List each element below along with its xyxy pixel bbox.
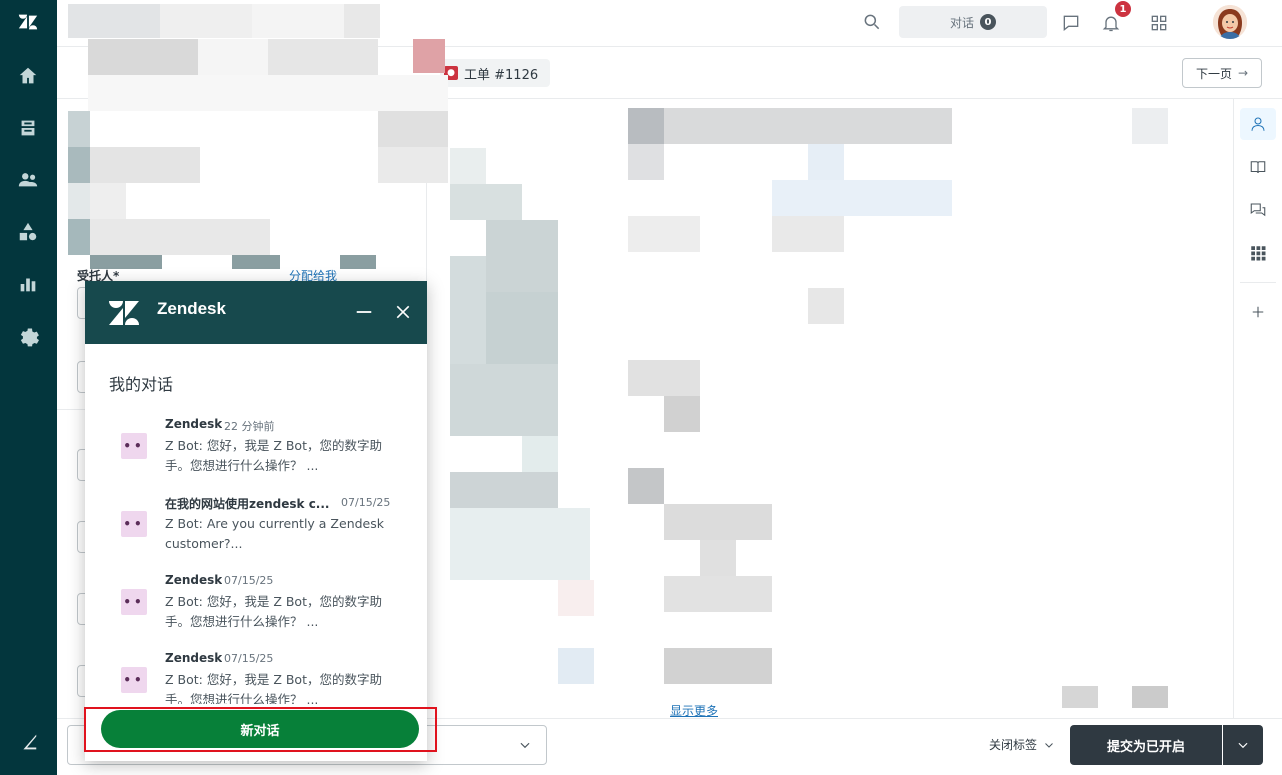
zendesk-logo-icon (109, 301, 139, 325)
minimize-icon[interactable] (353, 301, 375, 323)
conversation-time: 07/15/25 (341, 496, 391, 509)
apps-grid-icon[interactable] (1147, 11, 1171, 35)
bot-avatar-icon: •• (121, 511, 147, 537)
highlight-annotation (84, 707, 437, 752)
next-ticket-button[interactable]: 下一页 → (1182, 58, 1262, 88)
chevron-down-icon (520, 742, 530, 749)
submit-label: 提交为已开启 (1106, 739, 1185, 755)
arrow-right-icon: → (1237, 66, 1249, 80)
notification-count-badge: 1 (1115, 1, 1131, 17)
apps-icon[interactable] (1240, 237, 1276, 269)
chevron-down-icon (1045, 742, 1053, 748)
conversations-icon[interactable] (1240, 194, 1276, 226)
zendesk-logo-icon[interactable] (14, 8, 42, 36)
conversation-preview: Z Bot: 您好，我是 Z Bot，您的数字助手。您想进行什么操作？ ... (165, 438, 382, 473)
reporting-icon[interactable] (14, 270, 42, 298)
conversation-item[interactable]: •• Zendesk 22 分钟前 Z Bot: 您好，我是 Z Bot，您的数… (85, 405, 427, 483)
conversation-preview: Z Bot: 您好，我是 Z Bot，您的数字助手。您想进行什么操作？ ... (165, 594, 382, 629)
next-ticket-label: 下一页 (1195, 66, 1232, 81)
conversation-time: 22 分钟前 (224, 420, 275, 433)
conversation-time: 07/15/25 (224, 574, 274, 587)
add-plus-icon[interactable] (1240, 296, 1276, 328)
knowledge-book-icon[interactable] (1240, 151, 1276, 183)
conversation-time: 07/15/25 (224, 652, 274, 665)
conversations-label: 对话 (949, 15, 974, 30)
pixelated-content-center (428, 108, 628, 708)
my-conversations-title: 我的对话 (109, 375, 174, 394)
submit-as-open-button[interactable]: 提交为已开启 (1070, 725, 1222, 765)
submit-options-button[interactable] (1223, 725, 1263, 765)
conversation-name: Zendesk (165, 573, 223, 587)
conversations-count-badge: 0 (980, 14, 996, 30)
context-panel-rail (1233, 99, 1282, 718)
left-nav (0, 0, 57, 775)
pixelated-content-right (558, 108, 1228, 708)
widget-title: Zendesk (157, 299, 226, 318)
close-tab-dropdown[interactable]: 关闭标签 (989, 736, 1055, 753)
widget-header: Zendesk (85, 281, 427, 344)
conversation-item[interactable]: •• 在我的网站使用zendesk c... 07/15/25 Z Bot: A… (85, 483, 427, 561)
ticket-tab[interactable]: ● 工单 #1126 (440, 59, 550, 87)
close-icon[interactable] (392, 301, 414, 323)
conversation-name: Zendesk (165, 417, 223, 431)
pixelated-content-left (68, 4, 448, 269)
objects-icon[interactable] (14, 218, 42, 246)
show-more-link[interactable]: 显示更多 (670, 702, 718, 719)
zendesk-messaging-widget: Zendesk 我的对话 •• Zendesk 22 分钟前 Z Bot: 您好… (85, 281, 427, 761)
bot-avatar-icon: •• (121, 589, 147, 615)
conversation-item[interactable]: •• Zendesk 07/15/25 Z Bot: 您好，我是 Z Bot，您… (85, 561, 427, 639)
conversation-name: 在我的网站使用zendesk c... (165, 497, 330, 511)
conversation-list: •• Zendesk 22 分钟前 Z Bot: 您好，我是 Z Bot，您的数… (85, 405, 427, 705)
zendesk-products-icon[interactable] (14, 728, 42, 756)
bot-avatar-icon: •• (121, 433, 147, 459)
close-tab-label: 关闭标签 (989, 738, 1038, 752)
conversation-item[interactable]: •• Zendesk 07/15/25 Z Bot: 您好，我是 Z Bot，您… (85, 639, 427, 705)
search-icon[interactable] (862, 12, 884, 34)
conversation-preview: Z Bot: 您好，我是 Z Bot，您的数字助手。您想进行什么操作？ ... (165, 672, 382, 705)
views-icon[interactable] (14, 114, 42, 142)
customer-context-icon[interactable] (1240, 108, 1276, 140)
home-icon[interactable] (14, 62, 42, 90)
ticket-tab-label: 工单 #1126 (464, 67, 539, 83)
conversations-button[interactable]: 对话 0 (899, 6, 1047, 38)
conversation-name: Zendesk (165, 651, 223, 665)
customers-icon[interactable] (14, 166, 42, 194)
rail-divider (1240, 282, 1276, 283)
user-avatar[interactable] (1213, 5, 1247, 39)
conversation-preview: Z Bot: Are you currently a Zendesk custo… (165, 516, 384, 551)
chevron-down-icon (1238, 742, 1248, 749)
chat-bubble-icon[interactable] (1059, 11, 1083, 35)
bot-avatar-icon: •• (121, 667, 147, 693)
settings-gear-icon[interactable] (14, 322, 42, 350)
